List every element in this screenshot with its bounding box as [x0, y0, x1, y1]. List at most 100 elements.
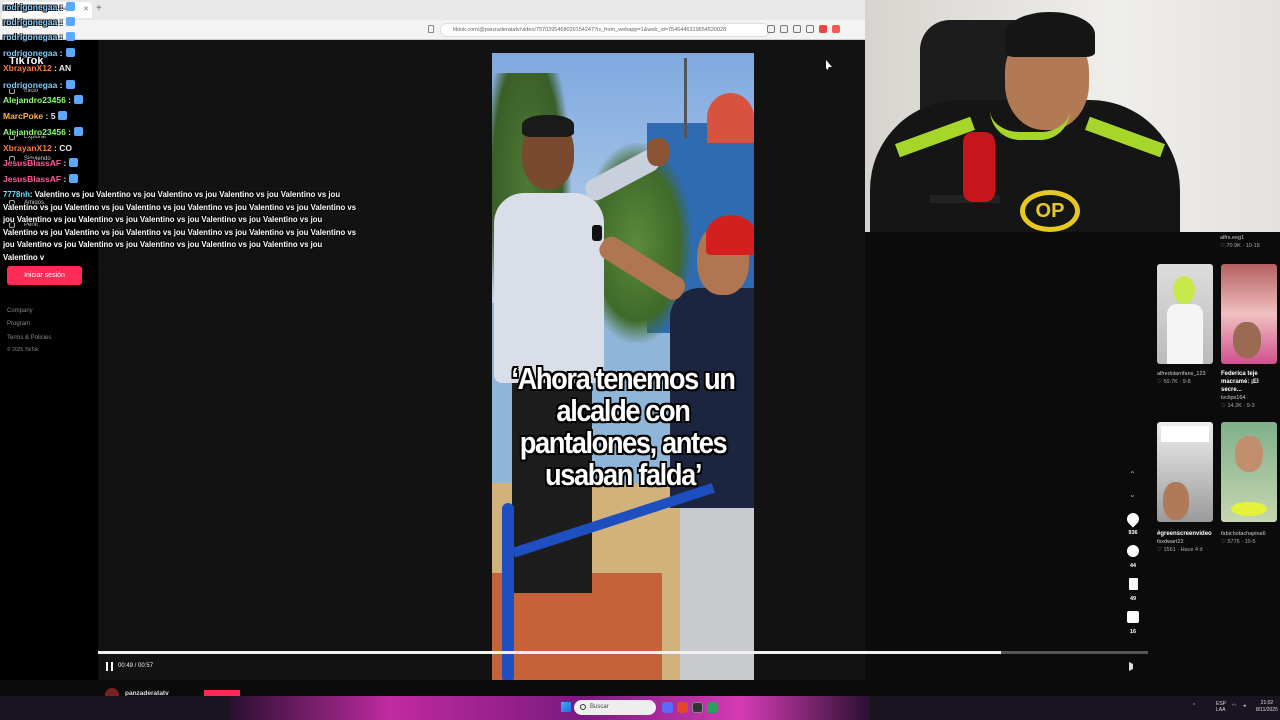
thumb-caption-box: [1161, 426, 1209, 442]
subscriber-badge-icon: [74, 95, 84, 104]
rec-meta: ♡ 5776 · 10-5: [1221, 539, 1256, 545]
chat-username: rodrigonegaa: [3, 17, 58, 27]
subscriber-badge-icon: [65, 80, 75, 89]
chat-line: rodrigonegaa :: [3, 80, 75, 90]
chat-text: :: [59, 32, 63, 42]
rec-user[interactable]: fabichotachapina6: [1221, 530, 1266, 538]
language-indicator[interactable]: ESP LAA: [1216, 701, 1226, 713]
pause-icon[interactable]: [106, 662, 113, 671]
speaker-icon[interactable]: ◂: [1243, 703, 1246, 709]
volume-icon[interactable]: [1129, 662, 1138, 671]
chat-text: :: [59, 48, 63, 58]
next-video-icon[interactable]: ⌄: [1129, 490, 1136, 499]
video-person-left-shirt: [494, 193, 604, 383]
thumb-body: [1167, 304, 1203, 364]
subscriber-badge-icon: [74, 127, 84, 136]
rewards-icon[interactable]: [832, 25, 840, 33]
chat-line: rodrigonegaa :: [3, 48, 75, 58]
subscriber-badge-icon: [65, 17, 75, 26]
subscriber-badge-icon: [65, 48, 75, 57]
video-dome: [707, 93, 754, 143]
translate-icon[interactable]: [793, 25, 801, 33]
rec-thumbnail[interactable]: [1221, 422, 1277, 522]
chat-line: MarcPoke : 5: [3, 111, 68, 121]
streamer-cap: [1005, 12, 1095, 57]
footer-terms[interactable]: Terms & Policies: [7, 335, 51, 341]
reader-icon[interactable]: [767, 25, 775, 33]
search-icon: [580, 704, 586, 710]
progress-bar[interactable]: [98, 651, 1148, 654]
rec-thumbnail[interactable]: [1157, 264, 1213, 364]
lock-icon[interactable]: [428, 25, 434, 33]
chat-username: JesusBlassAF: [3, 158, 62, 168]
stream-chat: rodrigonegaa : rodrigonegaa : rodrigonegaa…: [3, 0, 363, 265]
chat-line: Alejandro23456 :: [3, 127, 84, 137]
chat-text: :: [59, 80, 63, 90]
obs-icon[interactable]: [692, 702, 703, 713]
thumb-object: [1231, 502, 1267, 516]
clock-date: 8/11/2025: [1256, 707, 1278, 713]
chat-username: MarcPoke: [3, 111, 44, 121]
rec-meta: ♡ 1561 · Hace 4 d: [1157, 547, 1203, 553]
progress-fill: [98, 651, 1001, 654]
thumb-face: [1235, 436, 1263, 472]
teams-icon[interactable]: [662, 702, 673, 713]
subscriber-badge-icon: [69, 174, 79, 183]
rec-title[interactable]: Federica teje macramé: ¡El secre...: [1221, 370, 1279, 394]
chat-username: Alejandro23456: [3, 95, 66, 105]
rec-meta: ♡ 50.7K · 9-8: [1157, 379, 1191, 385]
subscriber-badge-icon: [65, 32, 75, 41]
footer-copyright: © 2025 TikTok: [7, 347, 39, 353]
recommendations-panel: alfrs.eeg1 ♡ 70.9K · 10-18 alfredolarrif…: [1150, 232, 1280, 680]
windows-start-icon[interactable]: [561, 702, 571, 712]
chat-text: : CO: [54, 143, 72, 153]
bookmark-icon[interactable]: [1129, 578, 1138, 590]
chat-username: rodrigonegaa: [3, 32, 58, 42]
chat-text: :: [63, 158, 67, 168]
rec-user[interactable]: alfredolarrifans_123: [1157, 370, 1206, 378]
video-player[interactable]: ‘Ahora tenemos un alcalde con pantalones…: [492, 53, 754, 680]
comment-icon[interactable]: [1127, 545, 1139, 557]
chat-text: : Valentino vs jou Valentino vs jou Vale…: [3, 190, 357, 262]
login-button[interactable]: Iniciar sesión: [7, 266, 82, 285]
rec-thumbnail[interactable]: [1157, 422, 1213, 522]
rec-title[interactable]: #greenscreenvideo: [1157, 530, 1215, 538]
rec-user[interactable]: alfrs.eeg1: [1220, 234, 1244, 242]
heart-icon[interactable]: [1124, 510, 1142, 528]
app-icon[interactable]: [707, 702, 718, 713]
chat-username: XbrayanX12: [3, 143, 52, 153]
video-person-left-hand: [647, 138, 669, 166]
likes-count: 936: [1128, 530, 1138, 536]
jersey-logo: OP: [1020, 190, 1080, 232]
rec-user[interactable]: fsxdwart22: [1157, 538, 1184, 546]
rec-meta: ♡ 70.9K · 10-18: [1220, 243, 1260, 249]
footer-program[interactable]: Program: [7, 321, 30, 327]
chat-username: JesusBlassAF: [3, 174, 62, 184]
brave-icon[interactable]: [677, 702, 688, 713]
rec-thumbnail[interactable]: [1221, 264, 1277, 364]
screenshot-icon[interactable]: [780, 25, 788, 33]
comments-count: 44: [1129, 563, 1137, 569]
chevron-up-icon[interactable]: ⌃: [1192, 703, 1196, 709]
previous-video-icon[interactable]: ⌃: [1129, 470, 1136, 479]
chat-text: :: [59, 2, 63, 12]
taskbar-wallpaper: [230, 696, 870, 720]
chat-line: XbrayanX12 : AN: [3, 63, 71, 73]
address-bar[interactable]: tiktok.com/@panzaderatatv/video/75703954…: [440, 23, 770, 37]
chat-text: : AN: [54, 63, 72, 73]
clock[interactable]: 21:02 8/11/2025: [1256, 700, 1278, 714]
chat-line: JesusBlassAF :: [3, 158, 79, 168]
rec-user[interactable]: tvclips164: [1221, 394, 1245, 402]
brave-shield-icon[interactable]: [819, 25, 827, 33]
footer-company[interactable]: Company: [7, 308, 33, 314]
share-icon[interactable]: [806, 25, 814, 33]
chat-text: :: [68, 127, 72, 137]
subscriber-badge-icon: [69, 158, 79, 167]
taskbar-search[interactable]: Buscar: [574, 700, 656, 715]
share-arrow-icon[interactable]: [1127, 611, 1139, 623]
subscriber-badge-icon: [58, 111, 68, 120]
thumb-face: [1233, 322, 1261, 358]
streamer-microphone: [963, 132, 995, 202]
wifi-icon[interactable]: ◠: [1232, 703, 1236, 709]
chat-line: JesusBlassAF :: [3, 174, 79, 184]
